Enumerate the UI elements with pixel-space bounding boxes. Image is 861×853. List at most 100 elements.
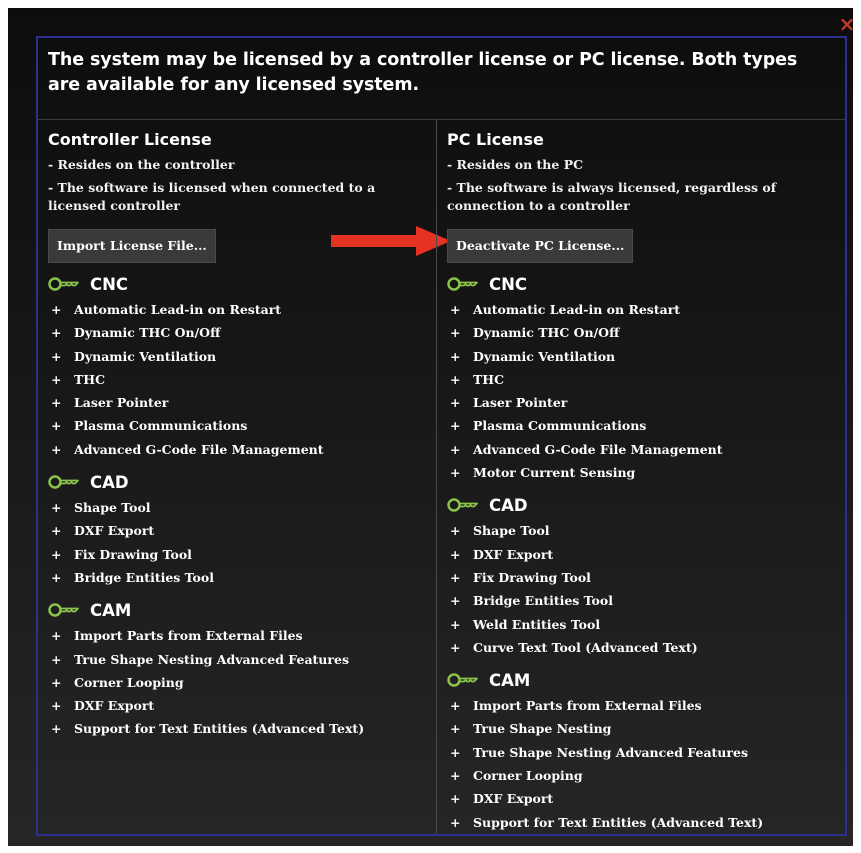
- plus-icon: +: [51, 302, 62, 317]
- feature-label: Automatic Lead-in on Restart: [473, 302, 681, 317]
- plus-icon: +: [450, 441, 461, 457]
- feature-list: + Shape Tool + DXF Export + Fix Drawing Tool +…: [447, 519, 845, 659]
- section-header: CNC: [447, 273, 845, 295]
- plus-icon: +: [450, 523, 461, 539]
- feature-label: Corner Looping: [473, 768, 583, 784]
- feature-item: + Corner Looping: [48, 671, 436, 694]
- feature-item: + True Shape Nesting: [447, 717, 845, 740]
- pc-license-desc-2: - The software is always licensed, regar…: [447, 180, 777, 213]
- plus-icon: +: [450, 814, 461, 830]
- feature-label: True Shape Nesting: [473, 721, 612, 737]
- feature-item: + DXF Export: [48, 694, 436, 717]
- feature-label: DXF Export: [74, 523, 155, 539]
- feature-item: + Automatic Lead-in on Restart: [48, 298, 436, 321]
- feature-item: + Corner Looping: [447, 764, 845, 787]
- section-title: CNC: [489, 274, 528, 294]
- feature-label: Support for Text Entities (Advanced Text…: [74, 721, 365, 737]
- feature-list: + Automatic Lead-in on Restart + Dynamic TH…: [447, 298, 845, 484]
- plus-icon: +: [51, 569, 62, 585]
- feature-label: Fix Drawing Tool: [74, 546, 192, 562]
- plus-icon: +: [51, 325, 62, 341]
- feature-item: + Bridge Entities Tool: [48, 566, 436, 589]
- key-icon: [447, 277, 478, 291]
- key-icon: [48, 475, 79, 489]
- plus-icon: +: [51, 721, 62, 737]
- feature-label: Bridge Entities Tool: [74, 569, 214, 585]
- feature-item: + Motor Current Sensing: [447, 461, 845, 484]
- red-arrow-icon: [331, 226, 451, 256]
- section-header: CAD: [48, 471, 436, 493]
- feature-label: Advanced G-Code File Management: [473, 441, 723, 457]
- feature-item: + DXF Export: [447, 543, 845, 566]
- plus-icon: +: [51, 523, 62, 539]
- feature-item: + Dynamic Ventilation: [48, 345, 436, 368]
- feature-label: Shape Tool: [473, 523, 550, 539]
- feature-item: + Support for Text Entities (Advanced Tex…: [48, 717, 436, 740]
- plus-icon: +: [51, 418, 62, 434]
- license-window: × The system may be licensed by a contro…: [8, 8, 855, 846]
- plus-icon: +: [51, 500, 62, 516]
- plus-icon: +: [51, 441, 62, 457]
- feature-label: Import Parts from External Files: [473, 698, 702, 714]
- feature-label: Fix Drawing Tool: [473, 569, 591, 585]
- feature-list: + Import Parts from External Files + True S…: [48, 624, 436, 740]
- plus-icon: +: [51, 371, 62, 387]
- feature-label: Plasma Communications: [74, 418, 248, 434]
- key-icon: [447, 498, 478, 513]
- close-icon[interactable]: ×: [837, 14, 857, 34]
- feature-item: + Fix Drawing Tool: [48, 543, 436, 566]
- feature-item: + THC: [447, 368, 845, 391]
- plus-icon: +: [51, 395, 62, 411]
- feature-item: + True Shape Nesting Advanced Features: [48, 648, 436, 671]
- key-icon: [447, 673, 478, 687]
- plus-icon: +: [450, 698, 461, 714]
- plus-icon: +: [51, 348, 62, 364]
- plus-icon: +: [51, 674, 62, 690]
- feature-label: DXF Export: [473, 791, 554, 807]
- deactivate-pc-license-button[interactable]: Deactivate PC License...: [447, 229, 634, 263]
- controller-license-desc-2: - The software is licensed when connecte…: [48, 180, 376, 213]
- feature-item: + Advanced G-Code File Management: [48, 438, 436, 461]
- feature-label: Import Parts from External Files: [74, 628, 303, 644]
- feature-item: + Plasma Communications: [447, 414, 845, 437]
- section-header: CAD: [447, 494, 845, 516]
- feature-item: + Advanced G-Code File Management: [447, 438, 845, 461]
- feature-label: THC: [74, 371, 106, 387]
- feature-item: + Automatic Lead-in on Restart: [447, 298, 845, 321]
- feature-label: Dynamic Ventilation: [473, 348, 616, 364]
- feature-label: Motor Current Sensing: [473, 465, 636, 481]
- plus-icon: +: [450, 418, 461, 434]
- feature-label: True Shape Nesting Advanced Features: [473, 744, 748, 760]
- plus-icon: +: [51, 651, 62, 667]
- feature-item: + Fix Drawing Tool: [447, 566, 845, 589]
- section-header: CAM: [447, 669, 845, 691]
- plus-icon: +: [450, 395, 461, 411]
- feature-label: Dynamic THC On/Off: [74, 325, 221, 341]
- feature-label: Advanced G-Code File Management: [74, 441, 324, 457]
- feature-label: Laser Pointer: [473, 395, 568, 411]
- feature-label: Curve Text Tool (Advanced Text): [473, 639, 698, 655]
- plus-icon: +: [450, 325, 461, 341]
- feature-item: + DXF Export: [447, 787, 845, 810]
- feature-section-cad: CAD + Shape Tool + DXF Export + Fix Drawing To…: [48, 471, 436, 589]
- controller-feature-list: CNC + Automatic Lead-in on Restart + Dynamic…: [48, 273, 436, 741]
- feature-list: + Automatic Lead-in on Restart + Dynamic TH…: [48, 298, 436, 461]
- feature-item: + THC: [48, 368, 436, 391]
- plus-icon: +: [450, 371, 461, 387]
- feature-label: Laser Pointer: [74, 395, 169, 411]
- plus-icon: +: [450, 616, 461, 632]
- section-title: CAD: [90, 472, 129, 492]
- feature-item: + Laser Pointer: [48, 391, 436, 414]
- plus-icon: +: [51, 546, 62, 562]
- key-icon: [48, 277, 79, 291]
- section-title: CNC: [90, 274, 129, 294]
- feature-section-cnc: CNC + Automatic Lead-in on Restart + Dynamic…: [48, 273, 436, 461]
- feature-list: + Shape Tool + DXF Export + Fix Drawing Tool +…: [48, 496, 436, 589]
- plus-icon: +: [450, 593, 461, 609]
- license-columns: Controller License - Resides on the cont…: [38, 120, 845, 834]
- feature-label: DXF Export: [473, 546, 554, 562]
- feature-label: Corner Looping: [74, 674, 184, 690]
- pc-license-column: PC License - Resides on the PC - The sof…: [436, 120, 845, 834]
- import-license-file-button[interactable]: Import License File...: [48, 229, 216, 263]
- feature-section-cam: CAM + Import Parts from External Files + Tru…: [447, 669, 845, 834]
